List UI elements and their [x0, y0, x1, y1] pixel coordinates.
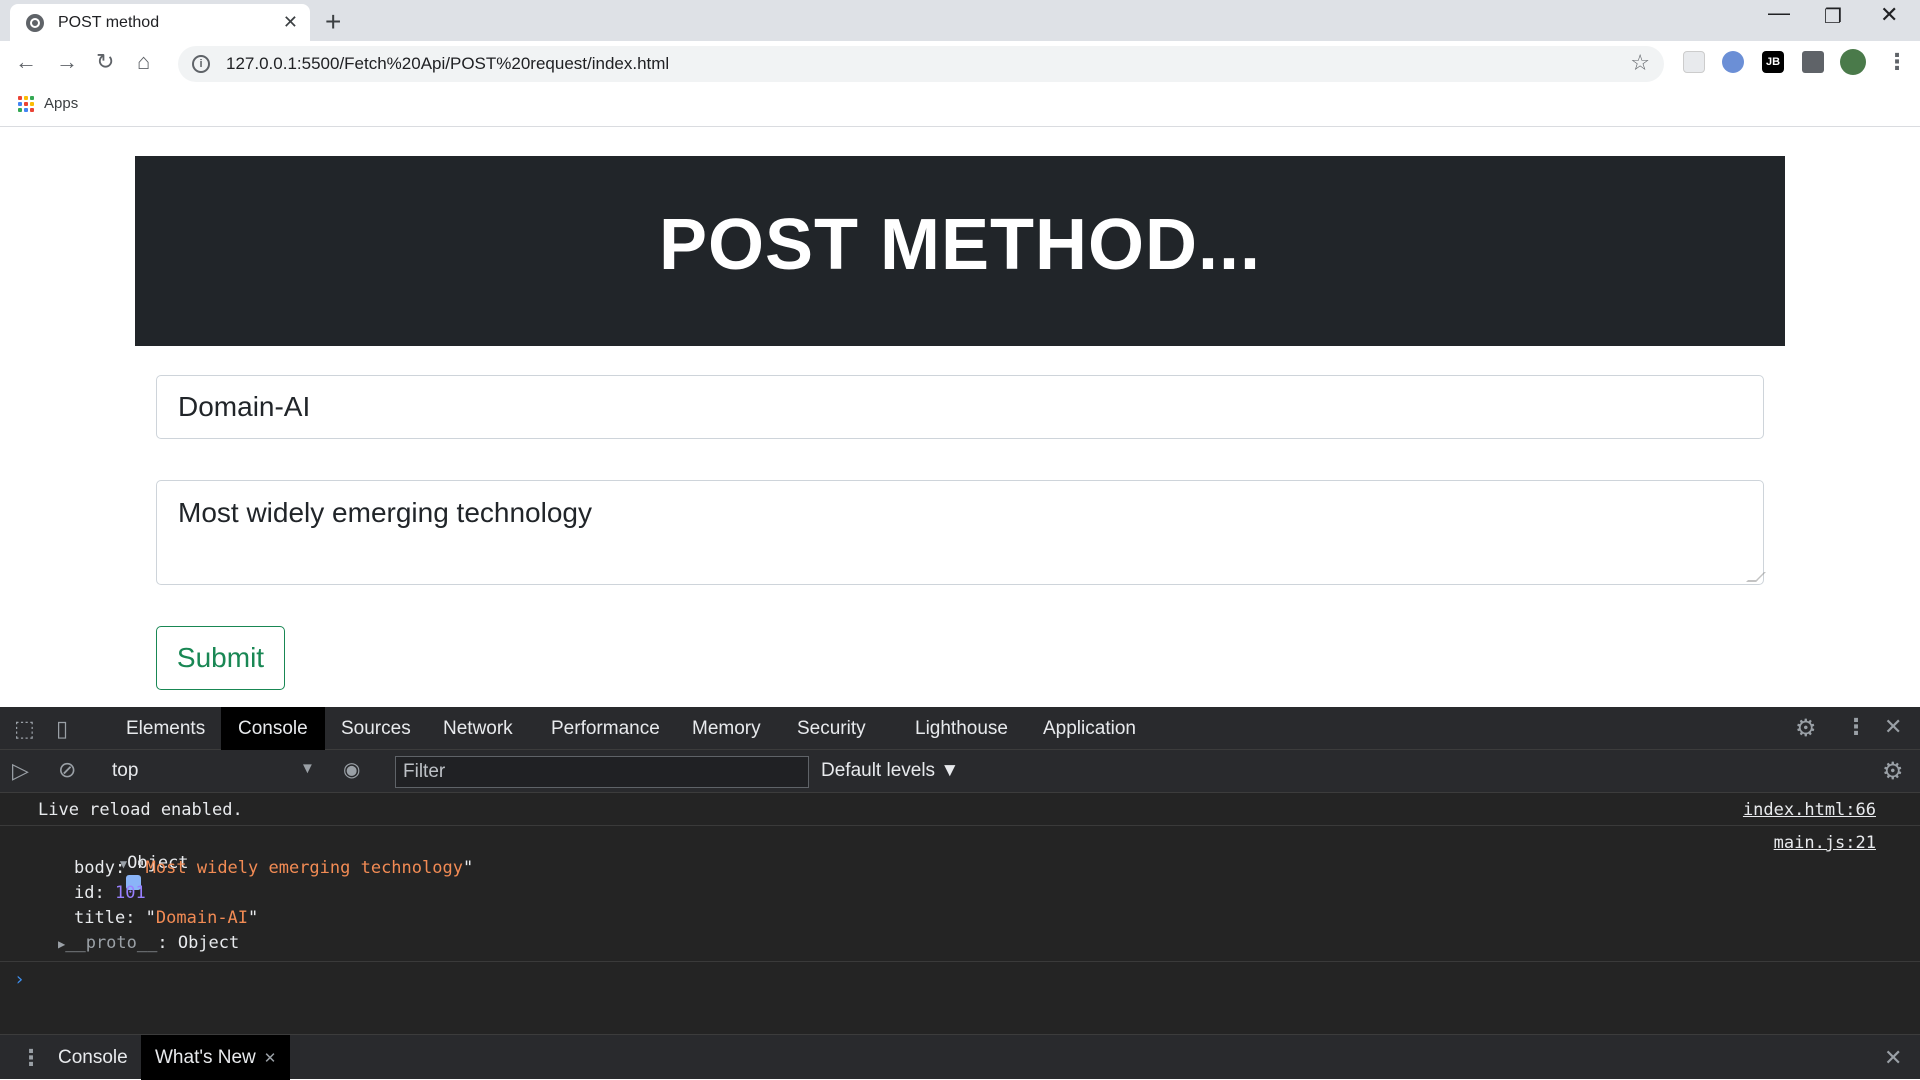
tab-console[interactable]: Console [221, 707, 325, 750]
prop-value-string: Domain-AI [155, 908, 249, 928]
clear-console-icon[interactable]: ⊘ [58, 757, 76, 783]
chevron-down-icon[interactable]: ▼ [300, 760, 315, 777]
tab-title: POST method [58, 13, 160, 31]
prop-value-number: 101 [114, 883, 146, 903]
reload-button[interactable]: ↻ [96, 49, 114, 75]
jetbrains-extension-icon[interactable]: JB [1762, 51, 1784, 73]
console-prompt-icon[interactable]: › [14, 969, 25, 990]
extension-icon[interactable] [1722, 51, 1744, 73]
tab-application[interactable]: Application [1026, 707, 1153, 750]
close-devtools-icon[interactable]: ✕ [1884, 714, 1902, 740]
device-toolbar-icon[interactable]: ▯ [56, 716, 68, 742]
minimize-button[interactable]: — [1768, 0, 1790, 26]
browser-tabbar: POST method ✕ + — ❐ ✕ [0, 0, 1920, 41]
info-icon[interactable]: i [192, 55, 210, 73]
apps-label: Apps [44, 95, 79, 112]
bookmarks-bar: Apps [0, 87, 1920, 127]
devtools-drawer: ⋮ Console What's New ✕ ✕ [0, 1034, 1920, 1080]
title-input[interactable]: Domain-AI [156, 375, 1764, 439]
tab-lighthouse[interactable]: Lighthouse [898, 707, 1025, 750]
prop-key: title [74, 908, 126, 928]
inspect-element-icon[interactable]: ⬚ [14, 716, 35, 742]
object-property: title: "Domain-AI" [74, 908, 259, 928]
devtools-tabbar: ⬚ ▯ Elements Console Sources Network Per… [0, 707, 1920, 750]
submit-button[interactable]: Submit [156, 626, 285, 690]
drawer-tab-whats-new-label: What's New [155, 1046, 256, 1068]
kebab-menu-icon[interactable]: ⋮ [1886, 49, 1908, 75]
console-toolbar: ▷ ⊘ top ▼ ◉ Filter Default levels ▼ ⚙ [0, 750, 1920, 793]
settings-gear-icon[interactable]: ⚙ [1795, 714, 1817, 743]
address-bar[interactable]: i 127.0.0.1:5500/Fetch%20Api/POST%20requ… [178, 46, 1664, 82]
console-settings-gear-icon[interactable]: ⚙ [1882, 757, 1904, 786]
console-output: Live reload enabled. index.html:66 ▼Obje… [0, 793, 1920, 1033]
console-message: Live reload enabled. index.html:66 [0, 793, 1920, 826]
puzzle-extensions-icon[interactable] [1802, 51, 1824, 73]
prop-key: id [74, 883, 95, 903]
extension-icon[interactable] [1683, 51, 1705, 73]
browser-tab[interactable]: POST method ✕ [10, 4, 310, 41]
proto-key: __proto__ [65, 933, 158, 953]
console-object-entry: ▼Object main.js:21 body: "Most widely em… [0, 826, 1920, 962]
filter-input[interactable]: Filter [395, 756, 809, 788]
close-window-button[interactable]: ✕ [1880, 2, 1898, 28]
prop-key: body [74, 858, 115, 878]
title-input-value: Domain-AI [178, 391, 311, 422]
url-text[interactable]: 127.0.0.1:5500/Fetch%20Api/POST%20reques… [226, 54, 669, 74]
body-textarea-value: Most widely emerging technology [178, 497, 592, 528]
drawer-tab-console[interactable]: Console [44, 1035, 142, 1080]
bookmark-star-icon[interactable]: ☆ [1630, 50, 1650, 76]
close-drawer-icon[interactable]: ✕ [1884, 1045, 1902, 1071]
context-selector[interactable]: top [112, 760, 138, 782]
log-levels-dropdown[interactable]: Default levels ▼ [821, 760, 959, 782]
kebab-menu-icon[interactable]: ⋮ [1845, 714, 1867, 740]
proto-value: Object [177, 933, 240, 953]
tab-network[interactable]: Network [426, 707, 530, 750]
forward-button[interactable]: → [56, 49, 78, 75]
drawer-tab-whats-new[interactable]: What's New ✕ [141, 1035, 291, 1080]
prop-value-string: Most widely emerging technology [145, 858, 463, 878]
home-button[interactable]: ⌂ [137, 49, 150, 75]
object-proto[interactable]: ▶__proto__: Object [58, 933, 239, 953]
new-tab-button[interactable]: + [325, 6, 341, 38]
source-link[interactable]: main.js:21 [1774, 833, 1876, 853]
close-tab-icon[interactable]: ✕ [264, 1049, 277, 1067]
browser-toolbar: ← → ↻ ⌂ i 127.0.0.1:5500/Fetch%20Api/POS… [0, 41, 1920, 87]
apps-shortcut[interactable]: Apps [18, 95, 78, 112]
back-button[interactable]: ← [15, 49, 37, 75]
apps-grid-icon [18, 95, 34, 112]
globe-icon [26, 13, 44, 32]
tab-sources[interactable]: Sources [324, 707, 428, 750]
tab-close-icon[interactable]: ✕ [283, 12, 298, 33]
tab-memory[interactable]: Memory [675, 707, 778, 750]
object-property: id: 101 [74, 883, 146, 903]
body-textarea[interactable]: Most widely emerging technology [156, 480, 1766, 585]
tab-elements[interactable]: Elements [109, 707, 222, 750]
profile-avatar[interactable] [1840, 49, 1866, 75]
source-link[interactable]: index.html:66 [1743, 800, 1876, 820]
resize-handle-icon[interactable] [1746, 572, 1766, 582]
page-title: POST METHOD... [658, 205, 1262, 285]
restore-button[interactable]: ❐ [1824, 4, 1842, 29]
sidebar-toggle-icon[interactable]: ▷ [12, 758, 29, 784]
tab-performance[interactable]: Performance [534, 707, 677, 750]
drawer-menu-icon[interactable]: ⋮ [20, 1045, 42, 1071]
page-header: POST METHOD... [135, 156, 1785, 346]
devtools-panel: ⬚ ▯ Elements Console Sources Network Per… [0, 707, 1920, 1080]
object-property: body: "Most widely emerging technology" [74, 858, 474, 878]
console-message-text: Live reload enabled. [38, 800, 243, 820]
tab-security[interactable]: Security [780, 707, 883, 750]
eye-icon[interactable]: ◉ [343, 757, 360, 782]
